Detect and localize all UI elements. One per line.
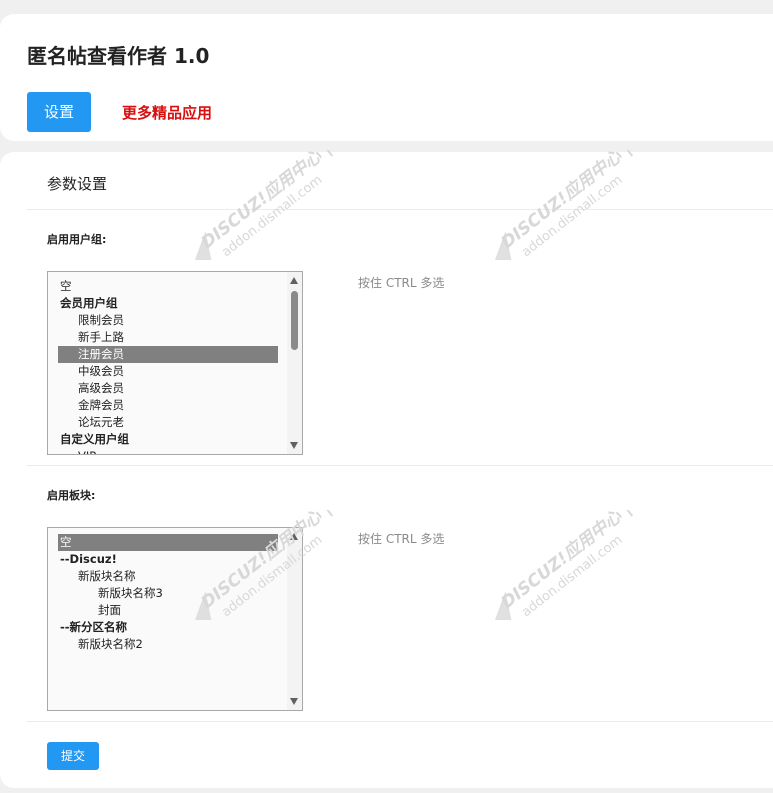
scroll-thumb[interactable] — [291, 291, 298, 350]
user-groups-scrollbar[interactable] — [287, 272, 302, 454]
forums-hint: 按住 CTRL 多选 — [358, 532, 445, 546]
list-option[interactable]: 新版块名称2 — [58, 636, 278, 653]
divider — [27, 721, 773, 722]
option-group: 会员用户组 — [60, 296, 118, 310]
divider — [27, 465, 773, 466]
option-group: --Discuz! — [60, 552, 117, 566]
more-apps-link[interactable]: 更多精品应用 — [122, 102, 212, 123]
list-option[interactable]: VIP — [58, 448, 278, 454]
option-group: --新分区名称 — [60, 620, 128, 634]
list-option[interactable]: 注册会员 — [58, 346, 278, 363]
list-option[interactable]: 金牌会员 — [58, 397, 278, 414]
forums-scrollbar[interactable] — [287, 528, 302, 710]
list-option[interactable]: 空 — [58, 534, 278, 551]
scroll-down-arrow-icon[interactable] — [290, 698, 298, 705]
option-group: 自定义用户组 — [60, 432, 129, 446]
app-header-card — [0, 14, 773, 141]
divider — [27, 209, 773, 210]
scroll-up-arrow-icon[interactable] — [290, 277, 298, 284]
list-option[interactable]: 中级会员 — [58, 363, 278, 380]
user-groups-label: 启用用户组: — [47, 233, 107, 246]
forums-label: 启用板块: — [47, 489, 96, 502]
forums-options: 空 --Discuz! 新版块名称 新版块名称3 封面 --新分区名称新版块名称2 — [58, 534, 278, 653]
list-option[interactable]: 新版块名称 — [58, 568, 278, 585]
list-option[interactable]: 论坛元老 — [58, 414, 278, 431]
list-option[interactable]: 新手上路 — [58, 329, 278, 346]
settings-button[interactable]: 设置 — [27, 92, 91, 132]
scroll-down-arrow-icon[interactable] — [290, 442, 298, 449]
scroll-up-arrow-icon[interactable] — [290, 533, 298, 540]
list-option[interactable]: 高级会员 — [58, 380, 278, 397]
page-title: 匿名帖查看作者 1.0 — [27, 44, 210, 68]
submit-button[interactable]: 提交 — [47, 742, 99, 770]
list-option[interactable]: 空 — [58, 278, 278, 295]
list-option[interactable]: 限制会员 — [58, 312, 278, 329]
list-option[interactable]: 新版块名称3 — [58, 585, 278, 602]
user-groups-options: 空会员用户组限制会员 新手上路 注册会员 中级会员 高级会员 金牌会员 论坛元老 自定义用户组… — [58, 278, 278, 454]
list-option[interactable]: 封面 — [58, 602, 278, 619]
user-groups-hint: 按住 CTRL 多选 — [358, 276, 445, 290]
section-title: 参数设置 — [47, 175, 108, 193]
user-groups-multiselect[interactable]: 空会员用户组限制会员 新手上路 注册会员 中级会员 高级会员 金牌会员 论坛元老 自定义用户组… — [47, 271, 303, 455]
forums-multiselect[interactable]: 空 --Discuz! 新版块名称 新版块名称3 封面 --新分区名称新版块名称2 — [47, 527, 303, 711]
